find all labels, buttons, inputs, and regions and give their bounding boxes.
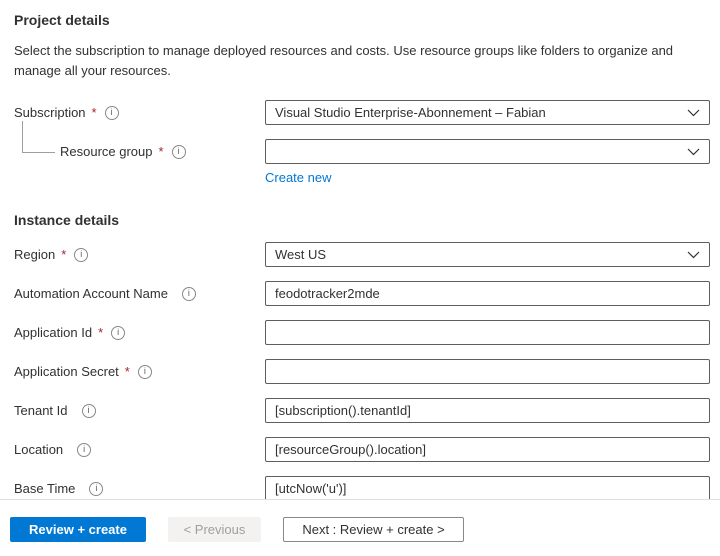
base-time-label-group: Base Time i (14, 476, 265, 501)
info-icon[interactable]: i (172, 145, 186, 159)
info-icon[interactable]: i (82, 404, 96, 418)
automation-account-name-row: Automation Account Name i (14, 281, 710, 306)
required-asterisk: * (61, 247, 66, 262)
location-input[interactable] (265, 437, 710, 462)
region-label-group: Region * i (14, 242, 265, 267)
chevron-down-icon (687, 109, 700, 117)
region-row: Region * i West US (14, 242, 710, 267)
required-asterisk: * (92, 105, 97, 120)
resource-group-select[interactable] (265, 139, 710, 164)
instance-details-heading: Instance details (14, 212, 710, 228)
application-secret-label-group: Application Secret * i (14, 359, 265, 384)
chevron-down-icon (687, 251, 700, 259)
application-secret-input[interactable] (265, 359, 710, 384)
resource-group-label: Resource group (60, 144, 153, 159)
base-time-input[interactable] (265, 476, 710, 501)
base-time-label: Base Time (14, 481, 75, 496)
project-details-heading: Project details (14, 12, 710, 28)
tenant-id-row: Tenant Id i (14, 398, 710, 423)
instance-details-section: Instance details Region * i West US Autom… (14, 212, 710, 501)
info-icon[interactable]: i (89, 482, 103, 496)
application-id-field (265, 320, 710, 345)
review-create-button[interactable]: Review + create (10, 517, 146, 542)
base-time-field (265, 476, 710, 501)
info-icon[interactable]: i (77, 443, 91, 457)
resource-group-field: Create new (265, 139, 710, 185)
tenant-id-label: Tenant Id (14, 403, 68, 418)
required-asterisk: * (98, 325, 103, 340)
application-id-input[interactable] (265, 320, 710, 345)
subscription-row: Subscription * i Visual Studio Enterprise… (14, 100, 710, 125)
footer-buttons: Review + create < Previous Next : Review… (10, 517, 720, 542)
required-asterisk: * (159, 144, 164, 159)
info-icon[interactable]: i (182, 287, 196, 301)
subscription-selected-value: Visual Studio Enterprise-Abonnement – Fa… (275, 105, 546, 120)
project-details-section: Project details Select the subscription … (14, 12, 710, 185)
application-secret-field (265, 359, 710, 384)
location-field (265, 437, 710, 462)
automation-account-name-label-group: Automation Account Name i (14, 281, 265, 306)
info-icon[interactable]: i (105, 106, 119, 120)
region-selected-value: West US (275, 247, 326, 262)
location-row: Location i (14, 437, 710, 462)
automation-account-name-input[interactable] (265, 281, 710, 306)
info-icon[interactable]: i (111, 326, 125, 340)
subscription-field: Visual Studio Enterprise-Abonnement – Fa… (265, 100, 710, 125)
region-select[interactable]: West US (265, 242, 710, 267)
tenant-id-label-group: Tenant Id i (14, 398, 265, 423)
info-icon[interactable]: i (138, 365, 152, 379)
chevron-down-icon (687, 148, 700, 156)
base-time-row: Base Time i (14, 476, 710, 501)
automation-account-name-field (265, 281, 710, 306)
subscription-select[interactable]: Visual Studio Enterprise-Abonnement – Fa… (265, 100, 710, 125)
subscription-resource-group-connector (22, 121, 55, 153)
tenant-id-field (265, 398, 710, 423)
previous-button[interactable]: < Previous (168, 517, 261, 542)
automation-account-name-label: Automation Account Name (14, 286, 168, 301)
wizard-footer: Review + create < Previous Next : Review… (0, 499, 720, 542)
tenant-id-input[interactable] (265, 398, 710, 423)
resource-group-row: Resource group * i Create new (14, 139, 710, 185)
subscription-block: Subscription * i Visual Studio Enterprise… (14, 100, 710, 185)
application-id-label-group: Application Id * i (14, 320, 265, 345)
project-details-description: Select the subscription to manage deploy… (14, 41, 676, 81)
location-label-group: Location i (14, 437, 265, 462)
create-resource-form: Project details Select the subscription … (0, 0, 720, 556)
location-label: Location (14, 442, 63, 457)
application-id-row: Application Id * i (14, 320, 710, 345)
subscription-label: Subscription (14, 105, 86, 120)
application-secret-row: Application Secret * i (14, 359, 710, 384)
create-new-link[interactable]: Create new (265, 170, 331, 185)
form-content: Project details Select the subscription … (0, 0, 720, 501)
required-asterisk: * (125, 364, 130, 379)
next-review-create-button[interactable]: Next : Review + create > (283, 517, 464, 542)
region-field: West US (265, 242, 710, 267)
region-label: Region (14, 247, 55, 262)
application-secret-label: Application Secret (14, 364, 119, 379)
info-icon[interactable]: i (74, 248, 88, 262)
application-id-label: Application Id (14, 325, 92, 340)
